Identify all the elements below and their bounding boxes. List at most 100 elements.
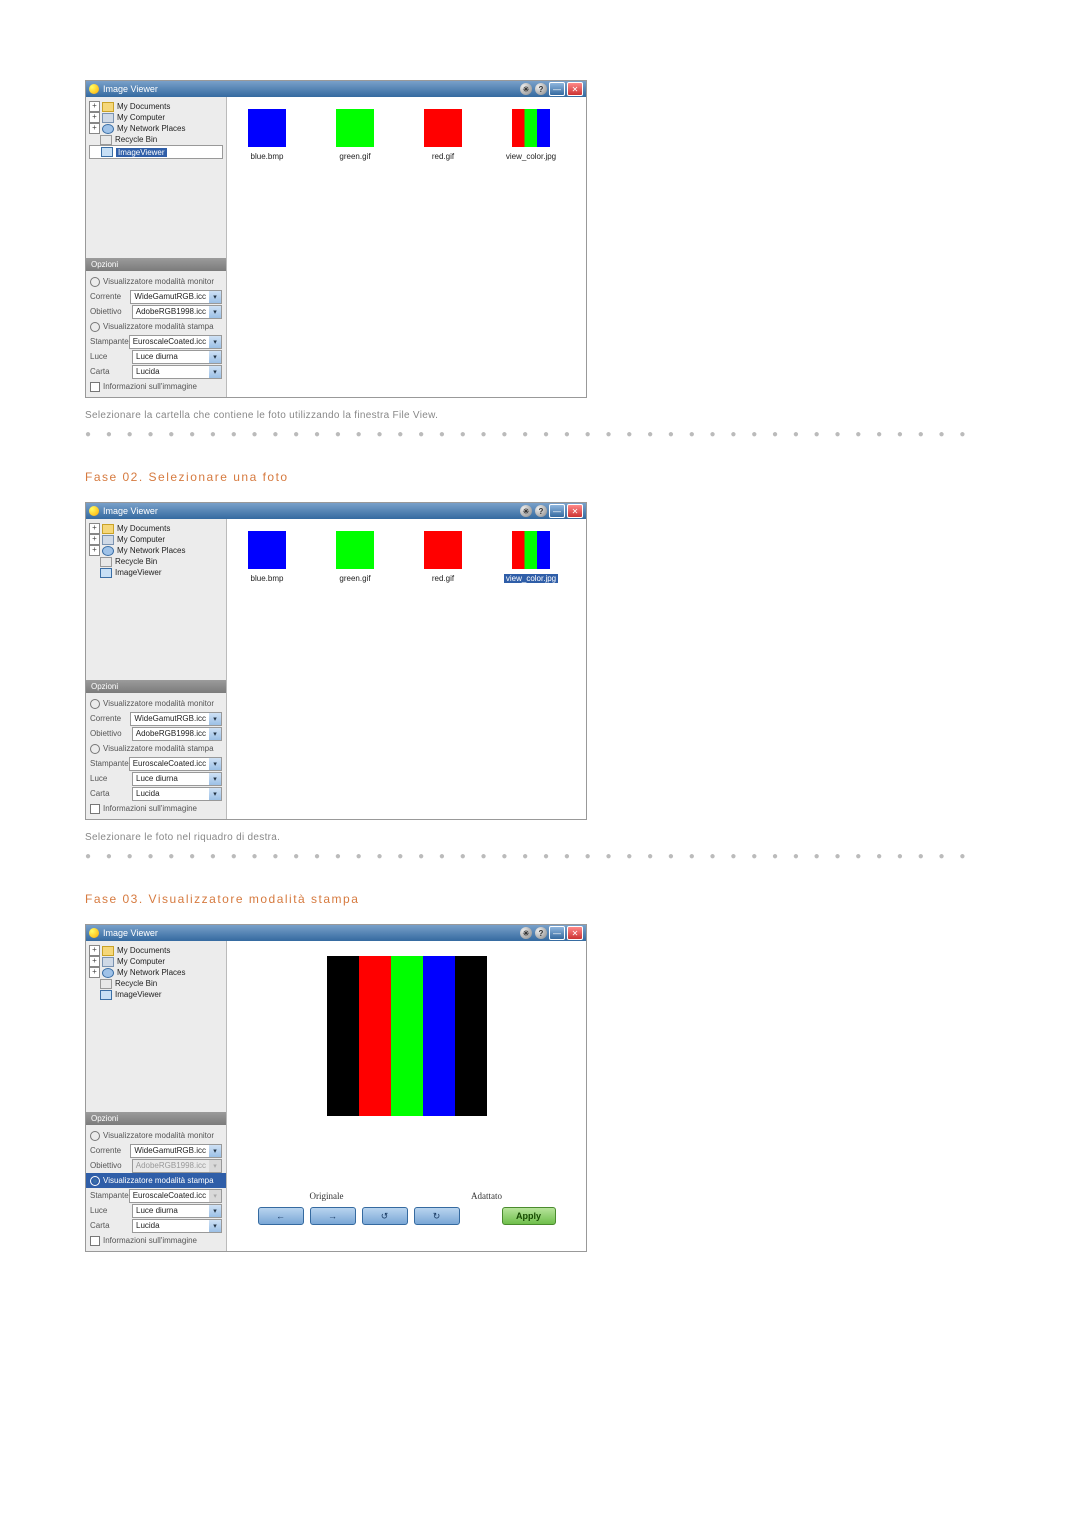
label-adapted: Adattato xyxy=(407,1191,567,1201)
target-select-disabled: AdobeRGB1998.icc▾ xyxy=(132,1159,222,1173)
paper-select[interactable]: Lucida▾ xyxy=(132,1219,222,1233)
window-title: Image Viewer xyxy=(103,506,158,516)
printer-select[interactable]: EuroscaleCoated.icc▾ xyxy=(129,1189,222,1203)
close-button[interactable]: ✕ xyxy=(567,82,583,96)
caption-2: Selezionare le foto nel riquadro di dest… xyxy=(85,832,1080,843)
image-info-check[interactable]: Informazioni sull'immagine xyxy=(90,801,222,816)
paper-select[interactable]: Lucida▾ xyxy=(132,365,222,379)
target-select[interactable]: AdobeRGB1998.icc▾ xyxy=(132,727,222,741)
minimize-button[interactable]: — xyxy=(549,504,565,518)
tree-node-my-network[interactable]: +My Network Places xyxy=(89,545,223,556)
close-button[interactable]: ✕ xyxy=(567,926,583,940)
minimize-button[interactable]: — xyxy=(549,82,565,96)
folder-tree[interactable]: +My Documents +My Computer +My Network P… xyxy=(86,97,226,163)
monitor-mode-radio[interactable]: Visualizzatore modalità monitor xyxy=(90,696,222,711)
settings-icon[interactable]: ✳ xyxy=(520,505,532,517)
image-info-check[interactable]: Informazioni sull'immagine xyxy=(90,1233,222,1248)
target-select[interactable]: AdobeRGB1998.icc▾ xyxy=(132,305,222,319)
light-select[interactable]: Luce diurna▾ xyxy=(132,1204,222,1218)
titlebar[interactable]: Image Viewer ✳ ? — ✕ xyxy=(86,81,586,97)
tree-node-recycle-bin[interactable]: Recycle Bin xyxy=(89,978,223,989)
tree-node-my-computer[interactable]: +My Computer xyxy=(89,112,223,123)
options-panel: Visualizzatore modalità monitor Corrente… xyxy=(86,271,226,397)
app-icon xyxy=(89,506,99,516)
window-title: Image Viewer xyxy=(103,928,158,938)
tree-node-my-network[interactable]: +My Network Places xyxy=(89,123,223,134)
tree-node-my-computer[interactable]: +My Computer xyxy=(89,956,223,967)
print-mode-radio-selected[interactable]: Visualizzatore modalità stampa xyxy=(86,1173,226,1188)
preview-toolbar: ← → ↺ ↻ Apply xyxy=(258,1207,556,1225)
thumb-viewcolor[interactable]: view_color.jpg xyxy=(501,109,561,161)
rotate-left-button[interactable]: ↺ xyxy=(362,1207,408,1225)
titlebar[interactable]: Image Viewer ✳ ? — ✕ xyxy=(86,503,586,519)
monitor-mode-radio[interactable]: Visualizzatore modalità monitor xyxy=(90,1128,222,1143)
thumb-blue[interactable]: blue.bmp xyxy=(237,109,297,161)
tree-node-my-documents[interactable]: +My Documents xyxy=(89,523,223,534)
window-title: Image Viewer xyxy=(103,84,158,94)
help-icon[interactable]: ? xyxy=(535,927,547,939)
paper-select[interactable]: Lucida▾ xyxy=(132,787,222,801)
printer-label: Stampante xyxy=(90,337,129,346)
thumb-blue[interactable]: blue.bmp xyxy=(237,531,297,583)
printer-select[interactable]: EuroscaleCoated.icc▾ xyxy=(129,335,222,349)
options-header: Opzioni xyxy=(86,1112,226,1125)
thumbnail-area: blue.bmp green.gif red.gif view_color.jp… xyxy=(227,97,586,397)
folder-tree[interactable]: +My Documents +My Computer +My Network P… xyxy=(86,941,226,1004)
thumb-green[interactable]: green.gif xyxy=(325,109,385,161)
next-button[interactable]: → xyxy=(310,1207,356,1225)
separator: ● ● ● ● ● ● ● ● ● ● ● ● ● ● ● ● ● ● ● ● … xyxy=(85,429,1080,440)
label-original: Originale xyxy=(247,1191,407,1201)
folder-tree[interactable]: +My Documents +My Computer +My Network P… xyxy=(86,519,226,582)
monitor-mode-radio[interactable]: Visualizzatore modalità monitor xyxy=(90,274,222,289)
thumb-red[interactable]: red.gif xyxy=(413,531,473,583)
tree-node-my-network[interactable]: +My Network Places xyxy=(89,967,223,978)
close-button[interactable]: ✕ xyxy=(567,504,583,518)
phase-3-heading: Fase 03. Visualizzatore modalità stampa xyxy=(85,892,1080,906)
image-viewer-window-2: Image Viewer ✳ ? — ✕ +My Documents +My C… xyxy=(85,502,587,820)
current-label: Corrente xyxy=(90,292,130,301)
options-header: Opzioni xyxy=(86,258,226,271)
print-mode-radio[interactable]: Visualizzatore modalità stampa xyxy=(90,741,222,756)
app-icon xyxy=(89,928,99,938)
tree-node-recycle-bin[interactable]: Recycle Bin xyxy=(89,556,223,567)
paper-label: Carta xyxy=(90,367,132,376)
thumb-red[interactable]: red.gif xyxy=(413,109,473,161)
tree-node-my-computer[interactable]: +My Computer xyxy=(89,534,223,545)
thumb-viewcolor-selected[interactable]: view_color.jpg xyxy=(501,531,561,583)
current-select[interactable]: WideGamutRGB.icc▾ xyxy=(130,290,222,304)
tree-node-imageviewer[interactable]: ImageViewer xyxy=(89,567,223,578)
preview-area: Originale Adattato ← → ↺ ↻ Apply xyxy=(227,941,586,1261)
thumb-green[interactable]: green.gif xyxy=(325,531,385,583)
help-icon[interactable]: ? xyxy=(535,505,547,517)
tree-node-my-documents[interactable]: +My Documents xyxy=(89,101,223,112)
minimize-button[interactable]: — xyxy=(549,926,565,940)
tree-node-imageviewer[interactable]: ImageViewer xyxy=(89,145,223,159)
rotate-right-button[interactable]: ↻ xyxy=(414,1207,460,1225)
phase-2-heading: Fase 02. Selezionare una foto xyxy=(85,470,1080,484)
tree-node-my-documents[interactable]: +My Documents xyxy=(89,945,223,956)
settings-icon[interactable]: ✳ xyxy=(520,83,532,95)
current-select[interactable]: WideGamutRGB.icc▾ xyxy=(130,1144,222,1158)
image-viewer-window-1: Image Viewer ✳ ? — ✕ +My Documents +My C… xyxy=(85,80,587,398)
separator: ● ● ● ● ● ● ● ● ● ● ● ● ● ● ● ● ● ● ● ● … xyxy=(85,851,1080,862)
prev-button[interactable]: ← xyxy=(258,1207,304,1225)
settings-icon[interactable]: ✳ xyxy=(520,927,532,939)
titlebar[interactable]: Image Viewer ✳ ? — ✕ xyxy=(86,925,586,941)
image-info-check[interactable]: Informazioni sull'immagine xyxy=(90,379,222,394)
light-select[interactable]: Luce diurna▾ xyxy=(132,350,222,364)
print-mode-radio[interactable]: Visualizzatore modalità stampa xyxy=(90,319,222,334)
apply-button[interactable]: Apply xyxy=(502,1207,556,1225)
current-select[interactable]: WideGamutRGB.icc▾ xyxy=(130,712,222,726)
app-icon xyxy=(89,84,99,94)
tree-node-imageviewer[interactable]: ImageViewer xyxy=(89,989,223,1000)
image-viewer-window-3: Image Viewer ✳ ? — ✕ +My Documents +My C… xyxy=(85,924,587,1252)
caption-1: Selezionare la cartella che contiene le … xyxy=(85,410,1080,421)
preview-image xyxy=(327,956,487,1116)
light-label: Luce xyxy=(90,352,132,361)
light-select[interactable]: Luce diurna▾ xyxy=(132,772,222,786)
printer-select[interactable]: EuroscaleCoated.icc▾ xyxy=(129,757,222,771)
help-icon[interactable]: ? xyxy=(535,83,547,95)
tree-node-recycle-bin[interactable]: Recycle Bin xyxy=(89,134,223,145)
sidebar: +My Documents +My Computer +My Network P… xyxy=(86,97,227,397)
options-header: Opzioni xyxy=(86,680,226,693)
